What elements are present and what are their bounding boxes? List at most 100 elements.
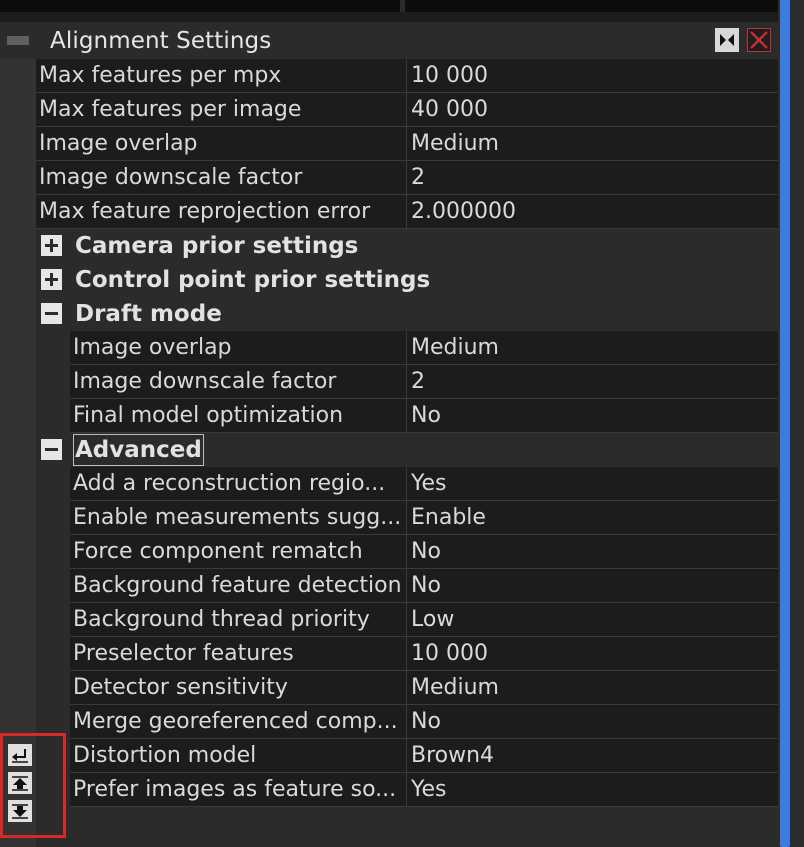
indent-spacer: [36, 637, 70, 671]
setting-name: Prefer images as feature so...: [73, 777, 397, 802]
setting-value[interactable]: 10 000: [411, 59, 771, 92]
setting-value[interactable]: 10 000: [411, 637, 771, 670]
setting-row[interactable]: Final model optimization No: [36, 399, 778, 433]
setting-value[interactable]: No: [411, 535, 771, 568]
setting-name: Background feature detection: [73, 573, 402, 598]
highlighted-tool-group: [0, 733, 66, 838]
move-up-button[interactable]: [8, 772, 32, 794]
panel-title: Alignment Settings: [50, 28, 272, 54]
column-separator: [406, 399, 407, 433]
group-draft-mode[interactable]: Draft mode: [36, 297, 778, 331]
column-separator: [406, 501, 407, 535]
setting-value[interactable]: 2.000000: [411, 195, 771, 228]
column-separator: [406, 59, 407, 93]
setting-name: Merge georeferenced comp...: [73, 709, 398, 734]
panel-titlebar: Alignment Settings: [0, 22, 778, 59]
dock-icon: [720, 34, 734, 46]
setting-value[interactable]: No: [411, 569, 771, 602]
tab-divider: [400, 0, 405, 12]
setting-name: Final model optimization: [73, 403, 344, 428]
setting-value[interactable]: Enable: [411, 501, 771, 534]
expand-plus-icon[interactable]: [41, 235, 62, 256]
group-advanced[interactable]: Advanced: [36, 433, 778, 467]
collapse-icon[interactable]: [7, 36, 29, 45]
column-separator: [406, 93, 407, 127]
setting-row[interactable]: Image overlap Medium: [36, 127, 778, 161]
scrollbar-thumb[interactable]: [780, 0, 790, 847]
alignment-settings-panel: Alignment Settings Max features per mpx …: [0, 22, 778, 847]
move-down-icon: [12, 804, 28, 819]
setting-name: Image downscale factor: [73, 369, 337, 394]
column-separator: [406, 127, 407, 161]
setting-name: Distortion model: [73, 743, 257, 768]
setting-row[interactable]: Image overlap Medium: [36, 331, 778, 365]
indent-spacer: [36, 467, 70, 501]
vertical-scrollbar[interactable]: [778, 0, 804, 847]
setting-row[interactable]: Max features per image 40 000: [36, 93, 778, 127]
indent-spacer: [36, 535, 70, 569]
setting-row[interactable]: Detector sensitivity Medium: [36, 671, 778, 705]
move-up-icon: [12, 776, 28, 791]
setting-value[interactable]: Yes: [411, 773, 771, 806]
setting-value[interactable]: Medium: [411, 671, 771, 704]
indent-spacer: [36, 603, 70, 637]
setting-name: Max features per mpx: [39, 63, 282, 88]
group-label[interactable]: Camera prior settings: [73, 229, 360, 263]
collapse-minus-icon[interactable]: [41, 303, 62, 324]
setting-value[interactable]: 40 000: [411, 93, 771, 126]
setting-value[interactable]: Medium: [411, 331, 771, 364]
group-label[interactable]: Advanced: [73, 434, 204, 466]
setting-row[interactable]: Background thread priority Low: [36, 603, 778, 637]
setting-value[interactable]: 2: [411, 365, 771, 398]
setting-name: Background thread priority: [73, 607, 370, 632]
column-separator: [406, 603, 407, 637]
indent-spacer: [36, 569, 70, 603]
indent-spacer: [36, 365, 70, 399]
back-button[interactable]: [8, 744, 32, 766]
close-icon: [750, 31, 768, 49]
indent-spacer: [36, 501, 70, 535]
setting-value[interactable]: Low: [411, 603, 771, 636]
setting-value[interactable]: No: [411, 399, 771, 432]
expand-plus-icon[interactable]: [41, 269, 62, 290]
setting-row[interactable]: Add a reconstruction regio... Yes: [36, 467, 778, 501]
setting-row[interactable]: Image downscale factor 2: [36, 365, 778, 399]
setting-name: Image overlap: [39, 131, 198, 156]
setting-row[interactable]: Image downscale factor 2: [36, 161, 778, 195]
settings-grid: Max features per mpx 10 000 Max features…: [36, 59, 778, 807]
column-separator: [406, 467, 407, 501]
column-separator: [406, 365, 407, 399]
column-separator: [406, 569, 407, 603]
setting-value[interactable]: 2: [411, 161, 771, 194]
setting-row[interactable]: Merge georeferenced comp... No: [36, 705, 778, 739]
setting-value[interactable]: No: [411, 705, 771, 738]
setting-value[interactable]: Yes: [411, 467, 771, 500]
setting-name: Max feature reprojection error: [39, 199, 371, 224]
setting-name: Preselector features: [73, 641, 294, 666]
group-label[interactable]: Draft mode: [73, 297, 224, 331]
group-control-point-prior[interactable]: Control point prior settings: [36, 263, 778, 297]
setting-value[interactable]: Medium: [411, 127, 771, 160]
dock-button[interactable]: [715, 28, 739, 52]
column-separator: [406, 705, 407, 739]
setting-row[interactable]: Distortion model Brown4: [36, 739, 778, 773]
setting-value[interactable]: Brown4: [411, 739, 771, 772]
panel-top-separator: [0, 12, 778, 22]
setting-row[interactable]: Preselector features 10 000: [36, 637, 778, 671]
setting-row[interactable]: Max features per mpx 10 000: [36, 59, 778, 93]
setting-row[interactable]: Max feature reprojection error 2.000000: [36, 195, 778, 229]
column-separator: [406, 739, 407, 773]
setting-row[interactable]: Background feature detection No: [36, 569, 778, 603]
back-icon: [12, 749, 28, 763]
group-camera-prior[interactable]: Camera prior settings: [36, 229, 778, 263]
indent-spacer: [36, 671, 70, 705]
close-button[interactable]: [747, 28, 771, 52]
setting-name: Enable measurements sugg...: [73, 505, 402, 530]
setting-row[interactable]: Force component rematch No: [36, 535, 778, 569]
move-down-button[interactable]: [8, 800, 32, 822]
group-label[interactable]: Control point prior settings: [73, 263, 432, 297]
setting-row[interactable]: Enable measurements sugg... Enable: [36, 501, 778, 535]
collapse-minus-icon[interactable]: [41, 439, 62, 460]
setting-row[interactable]: Prefer images as feature so... Yes: [36, 773, 778, 807]
column-separator: [406, 331, 407, 365]
